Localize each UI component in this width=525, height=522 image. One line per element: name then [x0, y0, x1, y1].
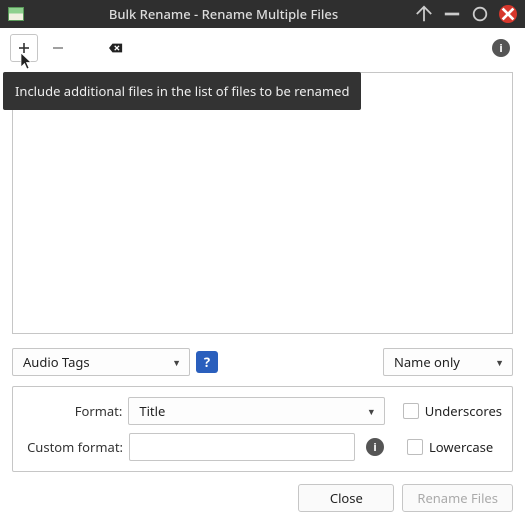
rename-button[interactable]: Rename Files: [402, 484, 513, 512]
file-list[interactable]: [12, 72, 513, 334]
view-mode-combo[interactable]: Name only ▼: [383, 348, 513, 376]
info-icon: i: [492, 39, 510, 57]
underscores-checkbox[interactable]: [403, 403, 419, 419]
custom-format-input[interactable]: [129, 433, 355, 461]
stick-button[interactable]: [415, 5, 433, 23]
chevron-down-icon: ▼: [495, 356, 504, 369]
window-controls: [415, 5, 517, 23]
minimize-button[interactable]: [443, 5, 461, 23]
app-icon: [8, 7, 24, 21]
underscores-label: Underscores: [425, 402, 502, 420]
remove-files-button[interactable]: [44, 34, 72, 62]
close-window-button[interactable]: [499, 5, 517, 23]
lowercase-checkbox[interactable]: [407, 439, 423, 455]
custom-format-label: Custom format:: [23, 438, 123, 456]
info-icon: i: [366, 438, 384, 456]
lowercase-label: Lowercase: [429, 438, 493, 456]
close-button[interactable]: Close: [298, 484, 394, 512]
close-button-label: Close: [330, 489, 363, 507]
clear-files-button[interactable]: [102, 34, 130, 62]
rename-button-label: Rename Files: [417, 489, 498, 507]
options-panel: Format: Title ▼ Underscores Custom forma…: [12, 386, 513, 472]
mode-row: Audio Tags ▼ ? Name only ▼: [0, 344, 525, 380]
custom-format-info-button[interactable]: i: [361, 433, 389, 461]
help-button[interactable]: ?: [196, 351, 218, 373]
chevron-down-icon: ▼: [172, 356, 181, 369]
view-mode-label: Name only: [394, 353, 487, 371]
footer: Close Rename Files: [0, 482, 525, 522]
info-button[interactable]: i: [487, 34, 515, 62]
maximize-button[interactable]: [471, 5, 489, 23]
toolbar: i: [0, 28, 525, 64]
tooltip-text: Include additional files in the list of …: [15, 82, 349, 100]
titlebar: Bulk Rename - Rename Multiple Files: [0, 0, 525, 28]
rename-mode-combo[interactable]: Audio Tags ▼: [12, 348, 190, 376]
window-title: Bulk Rename - Rename Multiple Files: [32, 5, 415, 23]
tooltip: Include additional files in the list of …: [3, 72, 361, 110]
chevron-down-icon: ▼: [367, 405, 376, 418]
format-value: Title: [139, 402, 359, 420]
cursor-icon: [20, 52, 36, 72]
format-label: Format:: [23, 402, 122, 420]
rename-mode-label: Audio Tags: [23, 353, 164, 371]
format-combo[interactable]: Title ▼: [128, 397, 384, 425]
